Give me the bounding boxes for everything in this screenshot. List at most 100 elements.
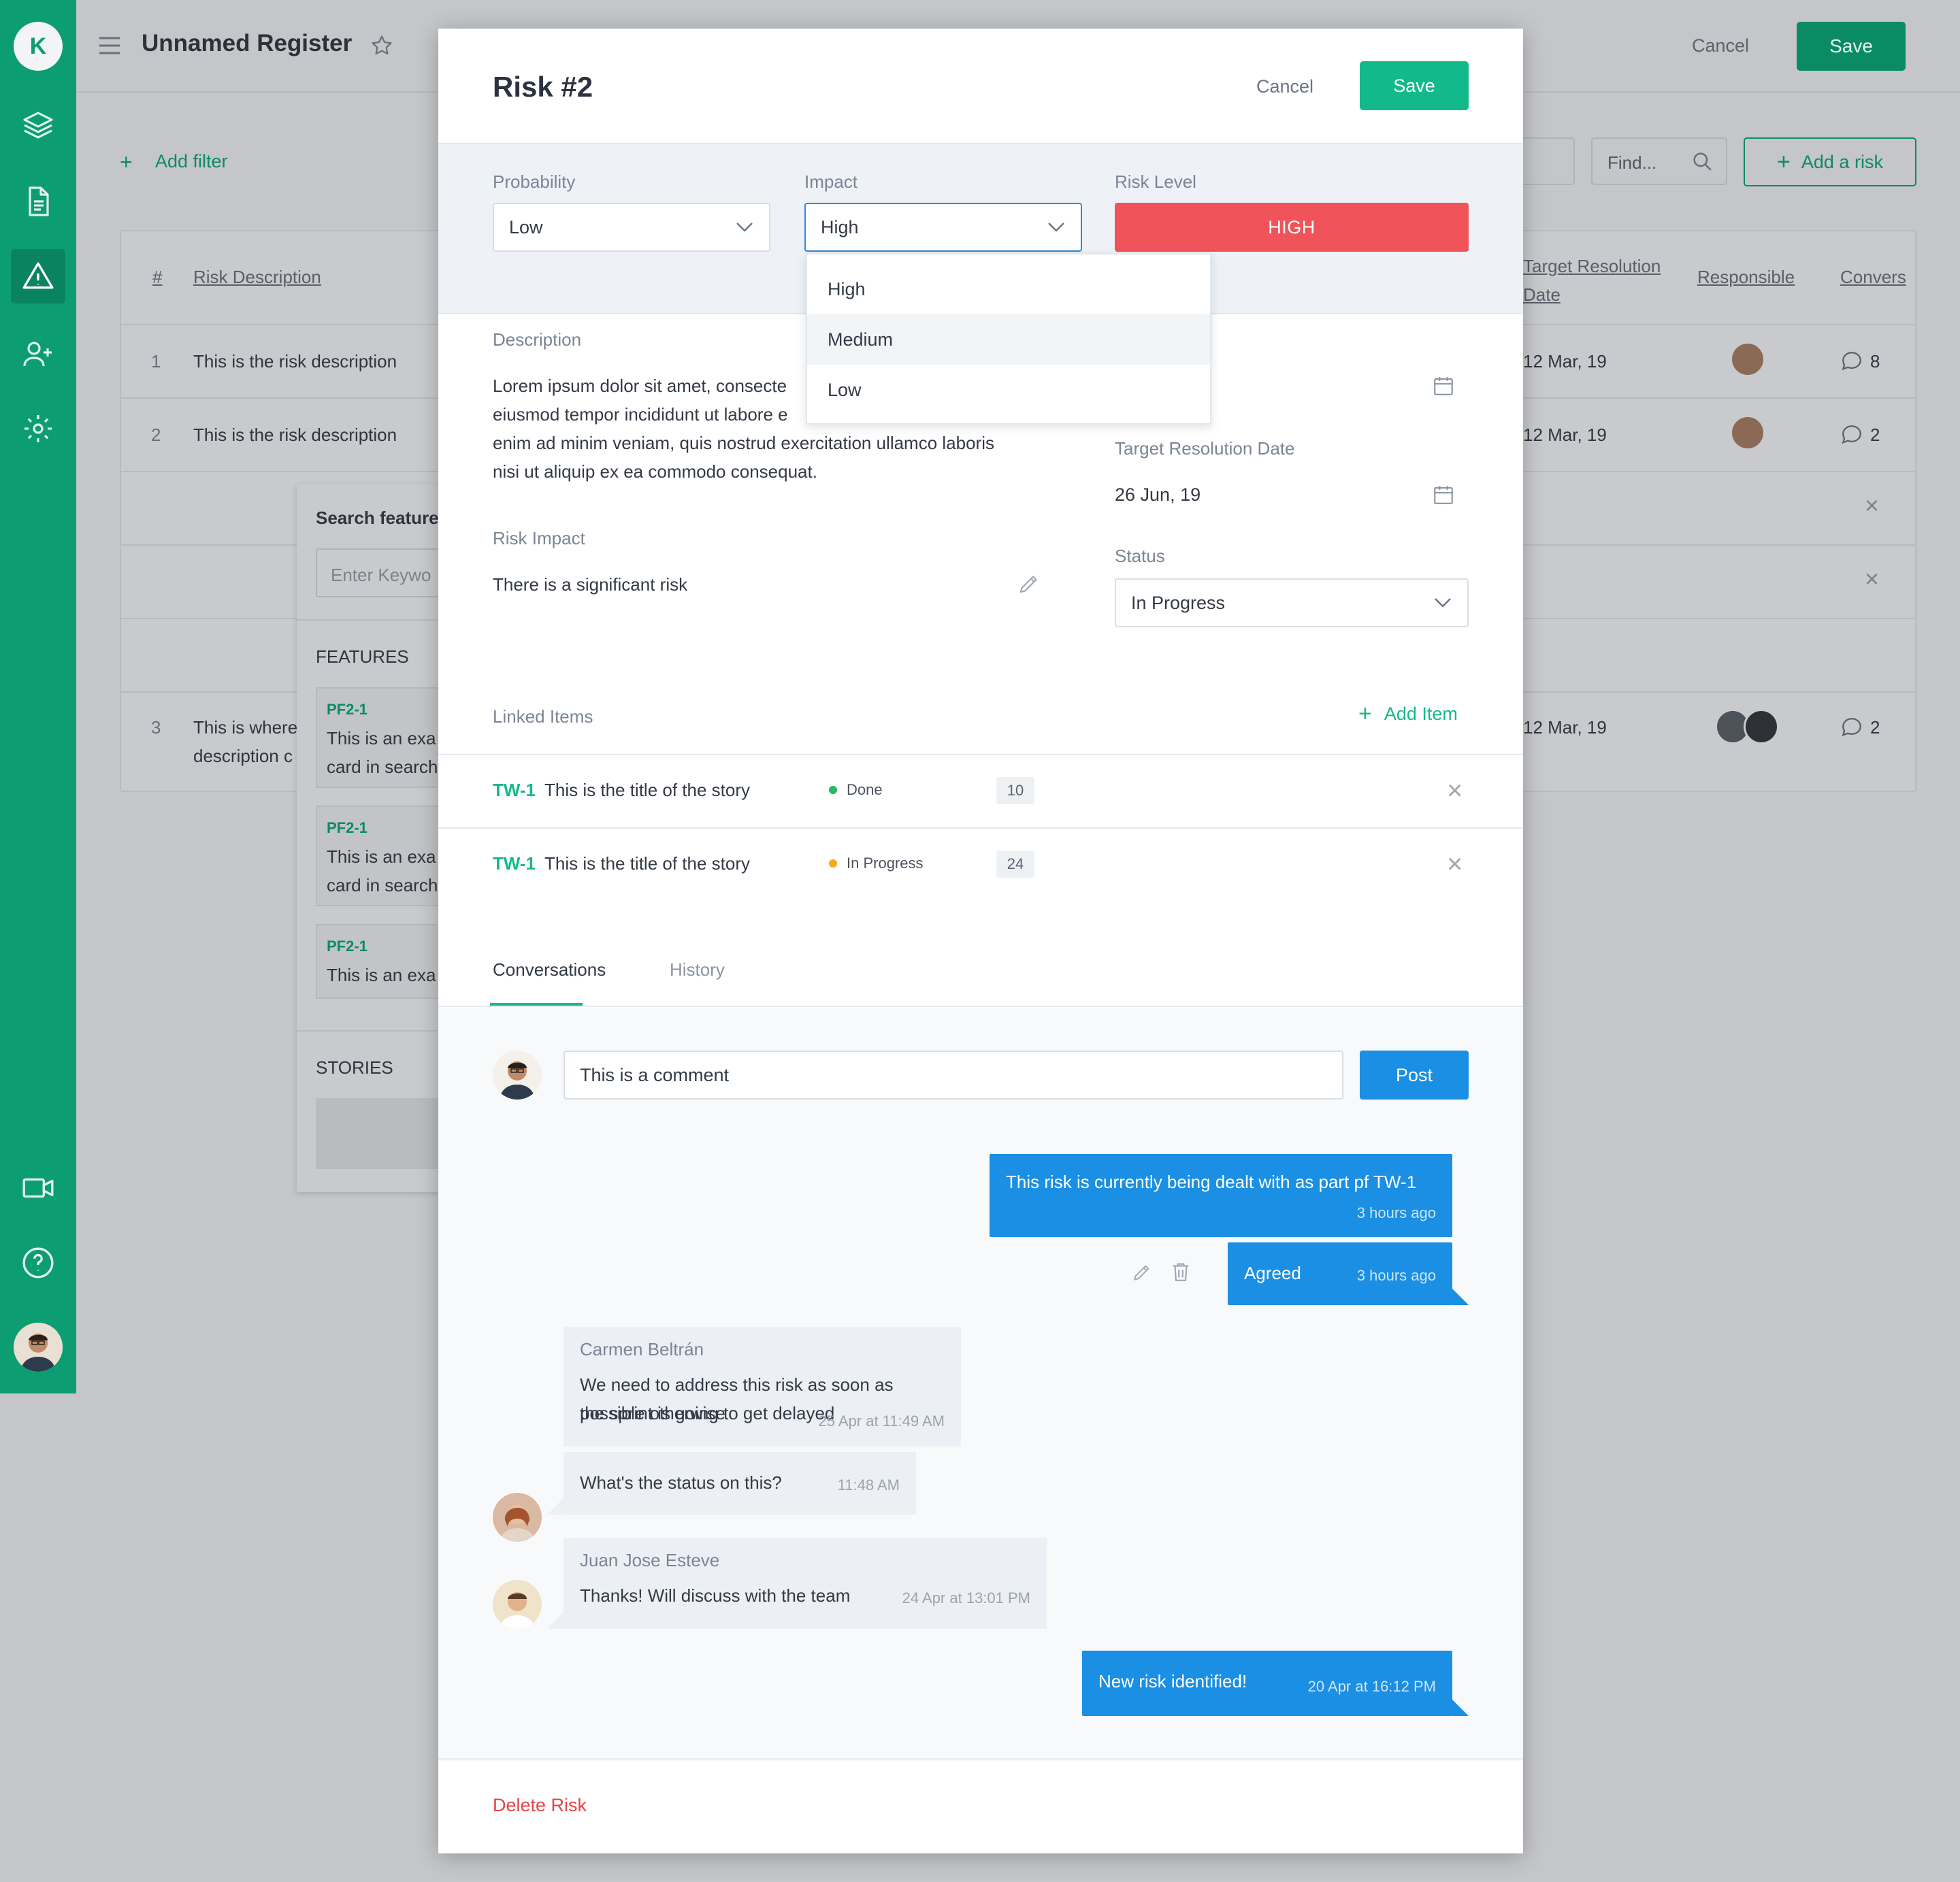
add-user-icon[interactable] <box>14 329 63 378</box>
juan-avatar <box>493 1580 542 1629</box>
bubble-tail <box>1452 1700 1469 1716</box>
modal-save-button[interactable]: Save <box>1360 61 1469 110</box>
description-line[interactable]: enim ad minim veniam, quis nostrud exerc… <box>493 429 994 457</box>
probability-select[interactable]: Low <box>493 203 770 252</box>
story-points-badge: 24 <box>996 851 1034 878</box>
chevron-down-icon <box>1433 593 1452 614</box>
layers-icon[interactable] <box>14 101 63 150</box>
feature-key: PF2-1 <box>327 938 368 955</box>
message-time: 3 hours ago <box>1356 1267 1436 1284</box>
impact-label: Impact <box>804 171 858 192</box>
search-icon <box>1690 150 1714 176</box>
col-header-conversations[interactable]: Convers <box>1840 267 1906 288</box>
message-bubble-incoming[interactable]: Carmen Beltrán We need to address this r… <box>564 1327 961 1447</box>
impact-option-high[interactable]: High <box>807 264 1210 314</box>
message-time: 24 Apr at 13:01 PM <box>902 1589 1030 1606</box>
message-author: Carmen Beltrán <box>580 1339 704 1359</box>
tab-conversations[interactable]: Conversations <box>493 959 606 980</box>
modal-cancel-button[interactable]: Cancel <box>1256 76 1313 97</box>
add-item-button[interactable]: + Add Item <box>1358 701 1458 727</box>
description-line[interactable]: Lorem ipsum dolor sit amet, consecte <box>493 372 787 400</box>
features-heading: FEATURES <box>316 646 409 667</box>
risk-impact-value[interactable]: There is a significant risk <box>493 570 687 599</box>
message-bubble-incoming[interactable]: What's the status on this? 11:48 AM <box>564 1452 916 1515</box>
status-dot <box>829 859 837 868</box>
responsible-avatar[interactable] <box>1730 415 1765 450</box>
col-header-target-date[interactable]: Target Resolution Date <box>1523 252 1666 309</box>
status-select[interactable]: In Progress <box>1115 578 1469 627</box>
linked-item-title[interactable]: This is the title of the story <box>544 780 750 801</box>
impact-dropdown-menu: High Medium Low <box>806 253 1211 425</box>
linked-item-status: In Progress <box>829 855 924 872</box>
responsible-avatar[interactable] <box>1730 342 1765 377</box>
story-points-badge: 10 <box>996 777 1034 804</box>
linked-item-key[interactable]: TW-1 <box>493 853 536 874</box>
user-avatar[interactable] <box>14 1323 63 1372</box>
status-label: Status <box>1115 546 1165 566</box>
comment-count: 8 <box>1870 351 1880 372</box>
workspace-logo[interactable]: K <box>14 22 63 71</box>
description-line[interactable]: nisi ut aliquip ex ea commodo consequat. <box>493 457 817 486</box>
message-time: 20 Apr at 16:12 PM <box>1307 1678 1436 1695</box>
pencil-icon[interactable] <box>1017 572 1041 599</box>
feature-title: This is an exa <box>327 965 436 985</box>
message-text-cont: the sprint is going to get delayed <box>580 1403 835 1423</box>
row-number: 2 <box>151 425 161 445</box>
comment-icon <box>1840 350 1863 376</box>
add-risk-button[interactable]: + Add a risk <box>1744 137 1916 186</box>
row-description[interactable]: This is the risk description <box>193 425 397 446</box>
col-header-description[interactable]: Risk Description <box>193 267 321 288</box>
plus-icon: + <box>1777 148 1791 175</box>
impact-select[interactable]: High <box>804 203 1082 252</box>
impact-option-medium[interactable]: Medium <box>807 314 1210 365</box>
calendar-icon[interactable] <box>1432 374 1455 401</box>
post-button[interactable]: Post <box>1360 1051 1469 1100</box>
star-icon[interactable] <box>370 34 393 61</box>
add-filter-button[interactable]: Add filter <box>155 151 228 172</box>
close-icon[interactable]: × <box>1865 565 1879 593</box>
close-icon[interactable]: × <box>1447 777 1463 804</box>
message-bubble-incoming[interactable]: Juan Jose Esteve Thanks! Will discuss wi… <box>564 1538 1047 1629</box>
comment-count: 2 <box>1870 717 1880 738</box>
current-user-avatar <box>493 1051 542 1100</box>
menu-icon[interactable] <box>98 35 121 59</box>
calendar-icon[interactable] <box>1432 483 1455 510</box>
target-resolution-value[interactable]: 26 Jun, 19 <box>1115 484 1200 506</box>
settings-icon[interactable] <box>14 404 63 453</box>
impact-value: High <box>821 216 859 237</box>
message-bubble-outgoing[interactable]: Agreed 3 hours ago <box>1228 1242 1452 1305</box>
col-header-number[interactable]: # <box>152 267 162 288</box>
row-description[interactable]: This is where <box>193 717 297 738</box>
linked-item-key[interactable]: TW-1 <box>493 780 536 801</box>
row-date: 12 Mar, 19 <box>1523 425 1607 445</box>
description-line[interactable]: eiusmod tempor incididunt ut labore e <box>493 400 788 429</box>
responsible-avatar[interactable] <box>1744 709 1779 744</box>
col-header-responsible[interactable]: Responsible <box>1697 267 1795 288</box>
message-text: This risk is currently being dealt with … <box>1006 1172 1417 1192</box>
video-icon[interactable] <box>14 1163 63 1212</box>
message-bubble-outgoing[interactable]: New risk identified! 20 Apr at 16:12 PM <box>1082 1651 1452 1716</box>
message-bubble-outgoing[interactable]: This risk is currently being dealt with … <box>990 1154 1452 1237</box>
delete-risk-button[interactable]: Delete Risk <box>493 1795 587 1816</box>
message-text: What's the status on this? <box>580 1472 782 1493</box>
comment-input[interactable]: This is a comment <box>564 1051 1343 1100</box>
tab-history[interactable]: History <box>670 959 725 980</box>
header-save-button[interactable]: Save <box>1797 22 1906 71</box>
document-icon[interactable] <box>14 177 63 226</box>
linked-item-title[interactable]: This is the title of the story <box>544 853 750 874</box>
comment-count: 2 <box>1870 425 1880 445</box>
warning-icon[interactable] <box>11 249 65 303</box>
edit-message-icon[interactable] <box>1131 1261 1153 1287</box>
bubble-tail <box>547 1613 564 1629</box>
impact-option-low[interactable]: Low <box>807 365 1210 415</box>
close-icon[interactable]: × <box>1865 491 1879 520</box>
sidebar: K <box>0 0 76 1393</box>
header-cancel-button[interactable]: Cancel <box>1692 35 1749 56</box>
help-icon[interactable] <box>14 1238 63 1287</box>
row-description[interactable]: This is the risk description <box>193 351 397 372</box>
search-panel-title: Search feature <box>316 508 439 528</box>
message-text: Thanks! Will discuss with the team <box>580 1585 851 1606</box>
trash-icon[interactable] <box>1169 1260 1192 1287</box>
modal-title: Risk #2 <box>493 71 593 103</box>
close-icon[interactable]: × <box>1447 851 1463 878</box>
